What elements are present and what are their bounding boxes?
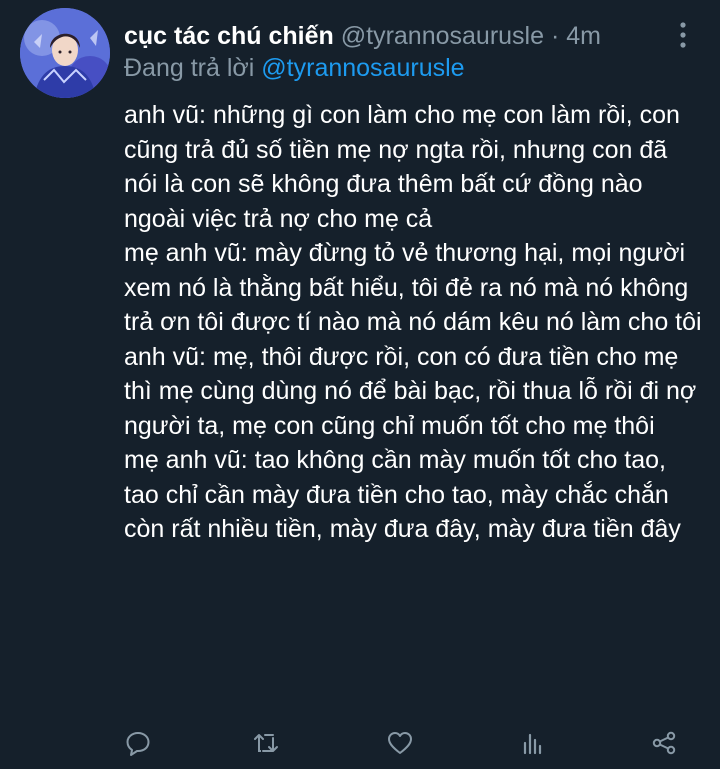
share-icon[interactable] — [648, 726, 680, 760]
reply-prefix: Đang trả lời — [124, 54, 255, 82]
avatar-image — [20, 8, 110, 98]
avatar[interactable] — [20, 8, 110, 98]
tweet-text-line: mẹ anh vũ: tao không cần mày muốn tốt ch… — [124, 446, 681, 543]
user-handle[interactable]: @tyrannosaurusle — [341, 22, 544, 50]
tweet-actions — [0, 726, 720, 766]
tweet-text-line: anh vũ: mẹ, thôi được rồi, con có đưa ti… — [124, 342, 704, 440]
display-name[interactable]: cục tác chú chiến — [124, 22, 334, 50]
more-vertical-icon[interactable] — [670, 18, 696, 52]
tweet-header: cục tác chú chiến @tyrannosaurusle · 4m — [124, 18, 601, 54]
timestamp[interactable]: 4m — [566, 22, 601, 50]
reply-bubble-icon[interactable] — [122, 726, 154, 760]
analytics-bars-icon[interactable] — [516, 726, 548, 760]
separator-dot: · — [550, 22, 560, 50]
tweet-text-line: mẹ anh vũ: mày đừng tỏ vẻ thương hại, mọ… — [124, 239, 702, 336]
retweet-icon[interactable] — [250, 726, 282, 760]
reply-to-handle[interactable]: @tyrannosaurusle — [261, 54, 464, 82]
heart-icon[interactable] — [384, 726, 416, 760]
replying-to: Đang trả lời @tyrannosaurusle — [124, 52, 465, 84]
tweet[interactable]: cục tác chú chiến @tyrannosaurusle · 4m … — [0, 0, 720, 769]
tweet-text-line: anh vũ: những gì con làm cho mẹ con làm … — [124, 101, 687, 233]
tweet-text: anh vũ: những gì con làm cho mẹ con làm … — [124, 98, 704, 547]
